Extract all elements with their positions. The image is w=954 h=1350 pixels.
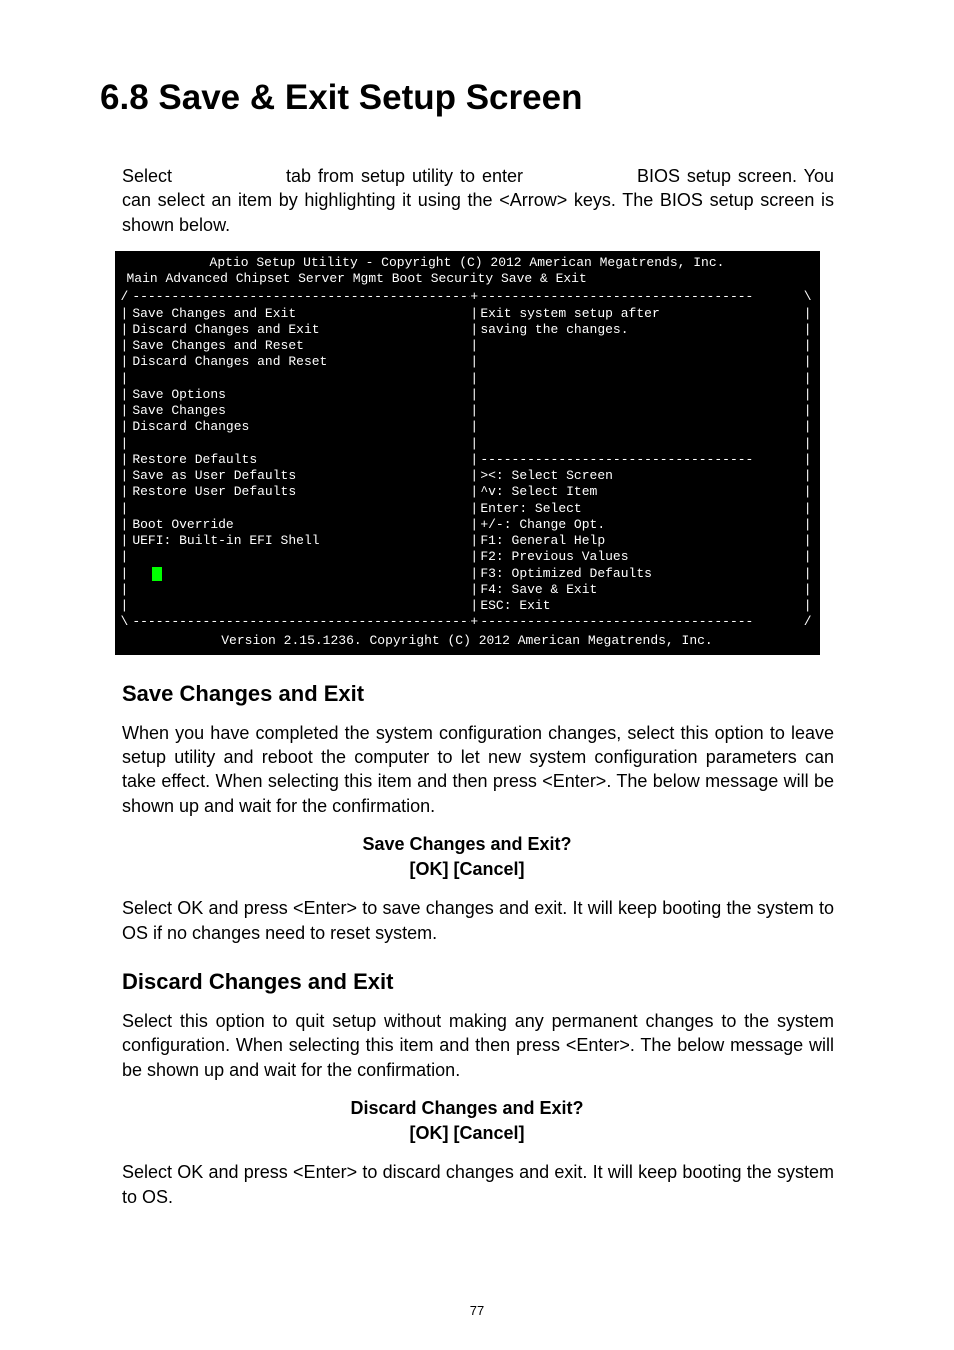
bios-row: |Boot Override|+/-: Change Opt.| bbox=[121, 517, 814, 533]
page-number: 77 bbox=[0, 1303, 954, 1318]
subheading-save-exit: Save Changes and Exit bbox=[100, 681, 834, 707]
bios-screenshot: Aptio Setup Utility - Copyright (C) 2012… bbox=[115, 251, 820, 655]
bios-item-uefi-shell[interactable]: UEFI: Built-in EFI Shell bbox=[128, 533, 470, 549]
section-heading: 6.8 Save & Exit Setup Screen bbox=[100, 78, 834, 118]
bios-blank bbox=[128, 436, 470, 452]
bios-item-discard-reset[interactable]: Discard Changes and Reset bbox=[128, 354, 470, 370]
sec2-prompt: Discard Changes and Exit? [OK] [Cancel] bbox=[100, 1096, 834, 1146]
bios-row: ||F2: Previous Values| bbox=[121, 549, 814, 565]
bios-key-hint: F1: General Help bbox=[478, 533, 803, 549]
sec1-p1: When you have completed the system confi… bbox=[100, 721, 834, 818]
content-area: 6.8 Save & Exit Setup Screen Select tab … bbox=[0, 0, 954, 1209]
bios-border-bottom: \ --------------------------------------… bbox=[121, 614, 814, 630]
bios-item-save-options[interactable]: Save Options bbox=[128, 387, 470, 403]
sec1-p2: Select OK and press <Enter> to save chan… bbox=[100, 896, 834, 945]
bios-row: ||ESC: Exit| bbox=[121, 598, 814, 614]
bios-footer: Version 2.15.1236. Copyright (C) 2012 Am… bbox=[121, 631, 814, 649]
bios-item-discard-exit[interactable]: Discard Changes and Exit bbox=[128, 322, 470, 338]
intro-text-a: Select bbox=[122, 166, 179, 186]
bios-row: |Save Changes and Reset|| bbox=[121, 338, 814, 354]
bios-row: |Discard Changes and Exit|saving the cha… bbox=[121, 322, 814, 338]
bios-row: ||F4: Save & Exit| bbox=[121, 582, 814, 598]
bios-row: |Discard Changes|| bbox=[121, 419, 814, 435]
prompt-line: [OK] [Cancel] bbox=[409, 859, 524, 879]
bios-item-boot-override[interactable]: Boot Override bbox=[128, 517, 470, 533]
bios-key-hint: +/-: Change Opt. bbox=[478, 517, 803, 533]
bios-row: ||| bbox=[121, 436, 814, 452]
bios-item-save-reset[interactable]: Save Changes and Reset bbox=[128, 338, 470, 354]
bios-title: Aptio Setup Utility - Copyright (C) 2012… bbox=[121, 255, 814, 271]
prompt-line: Discard Changes and Exit? bbox=[350, 1098, 583, 1118]
bios-key-hint: ESC: Exit bbox=[478, 598, 803, 614]
bios-border-top: / --------------------------------------… bbox=[121, 289, 814, 305]
bios-key-hint: F2: Previous Values bbox=[478, 549, 803, 565]
bios-item-save-exit[interactable]: Save Changes and Exit bbox=[128, 306, 470, 322]
intro-paragraph: Select tab from setup utility to enter B… bbox=[100, 164, 834, 237]
bios-row: |Discard Changes and Reset|| bbox=[121, 354, 814, 370]
page-root: 6.8 Save & Exit Setup Screen Select tab … bbox=[0, 0, 954, 1350]
prompt-line: [OK] [Cancel] bbox=[409, 1123, 524, 1143]
bios-key-hint: ^v: Select Item bbox=[478, 484, 803, 500]
bios-row: |Save Options|| bbox=[121, 387, 814, 403]
sec2-p2: Select OK and press <Enter> to discard c… bbox=[100, 1160, 834, 1209]
bios-item-discard-changes[interactable]: Discard Changes bbox=[128, 419, 470, 435]
bios-row: |Save Changes and Exit|Exit system setup… bbox=[121, 306, 814, 322]
bios-row: ||Enter: Select| bbox=[121, 501, 814, 517]
bios-item-save-user-defaults[interactable]: Save as User Defaults bbox=[128, 468, 470, 484]
bios-row: |Save as User Defaults|><: Select Screen… bbox=[121, 468, 814, 484]
bios-row: ||F3: Optimized Defaults| bbox=[121, 566, 814, 582]
intro-text-b: tab from setup utility to enter bbox=[286, 166, 530, 186]
bios-key-hint: F3: Optimized Defaults bbox=[478, 566, 803, 582]
bios-row: |Restore Defaults|----------------------… bbox=[121, 452, 814, 468]
bios-menubar: Main Advanced Chipset Server Mgmt Boot S… bbox=[121, 271, 814, 289]
bios-help-line: saving the changes. bbox=[478, 322, 803, 338]
bios-item-save-changes[interactable]: Save Changes bbox=[128, 403, 470, 419]
bios-key-hint: ><: Select Screen bbox=[478, 468, 803, 484]
bios-blank bbox=[128, 371, 470, 387]
cursor-icon bbox=[152, 567, 162, 581]
bios-row: |UEFI: Built-in EFI Shell|F1: General He… bbox=[121, 533, 814, 549]
bios-help-line: Exit system setup after bbox=[478, 306, 803, 322]
sec2-p1: Select this option to quit setup without… bbox=[100, 1009, 834, 1082]
bios-key-hint: Enter: Select bbox=[478, 501, 803, 517]
bios-row: |Restore User Defaults|^v: Select Item| bbox=[121, 484, 814, 500]
bios-item-restore-defaults[interactable]: Restore Defaults bbox=[128, 452, 470, 468]
bios-blank bbox=[128, 501, 470, 517]
prompt-line: Save Changes and Exit? bbox=[362, 834, 571, 854]
bios-key-hint: F4: Save & Exit bbox=[478, 582, 803, 598]
bios-row: ||| bbox=[121, 371, 814, 387]
bios-row: |Save Changes|| bbox=[121, 403, 814, 419]
bios-item-restore-user-defaults[interactable]: Restore User Defaults bbox=[128, 484, 470, 500]
subheading-discard-exit: Discard Changes and Exit bbox=[100, 969, 834, 995]
sec1-prompt: Save Changes and Exit? [OK] [Cancel] bbox=[100, 832, 834, 882]
